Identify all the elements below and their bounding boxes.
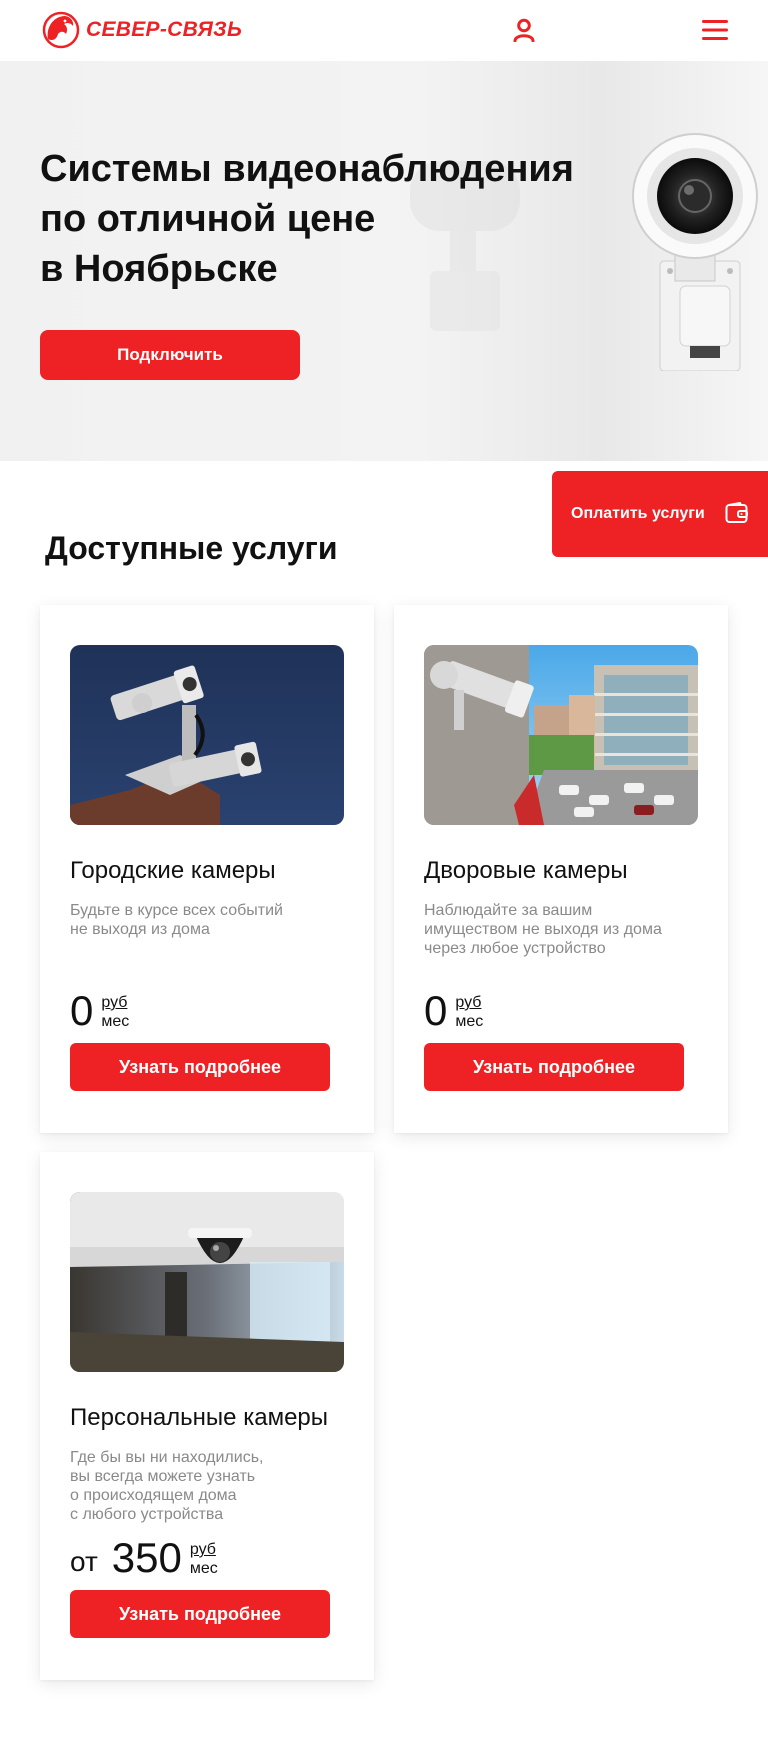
service-card-yard: Дворовые камеры Наблюдайте за вашим имущ… <box>394 605 728 1133</box>
learn-more-button[interactable]: Узнать подробнее <box>424 1043 684 1091</box>
brand-logo[interactable]: СЕВЕР-СВЯЗЬ <box>40 9 242 51</box>
price-currency: руб <box>189 1541 216 1558</box>
card-title: Персональные камеры <box>70 1404 329 1431</box>
card-description-line: Будьте в курсе всех событий <box>70 902 283 919</box>
personal-cameras-image <box>70 1192 344 1372</box>
user-account-button[interactable] <box>508 14 540 46</box>
card-title: Дворовые камеры <box>424 857 628 884</box>
hero-title-line: Системы видеонаблюдения <box>40 148 574 190</box>
brand-name: СЕВЕР-СВЯЗЬ <box>86 18 243 41</box>
card-description-line: с любого устройства <box>70 1506 224 1523</box>
card-description-line: не выходя из дома <box>70 921 210 938</box>
price-unit: руб мес <box>455 993 483 1031</box>
card-description-line: вы всегда можете узнать <box>70 1468 256 1485</box>
card-description-line: Где бы вы ни находились, <box>70 1449 264 1466</box>
hero-security-camera-image <box>632 133 758 371</box>
price-value: 0 <box>70 987 94 1034</box>
hero-title-line: в Ноябрьске <box>40 248 278 290</box>
lion-head-logo-icon <box>42 11 80 49</box>
card-description: Будьте в курсе всех событий не выходя из… <box>70 901 350 939</box>
hero-banner: Системы видеонаблюдения по отличной цене… <box>0 61 768 461</box>
pay-services-button[interactable]: Оплатить услуги <box>552 471 768 557</box>
learn-more-button[interactable]: Узнать подробнее <box>70 1043 330 1091</box>
wallet-icon <box>725 502 748 523</box>
site-header: СЕВЕР-СВЯЗЬ <box>0 0 768 61</box>
card-price: 0 руб мес <box>424 990 483 1032</box>
price-period: мес <box>455 1013 484 1030</box>
card-description-line: через любое устройство <box>424 940 606 957</box>
pay-services-label: Оплатить услуги <box>571 505 705 522</box>
card-description-line: о происходящем дома <box>70 1487 237 1504</box>
learn-more-button[interactable]: Узнать подробнее <box>70 1590 330 1638</box>
card-description: Наблюдайте за вашим имуществом не выходя… <box>424 901 704 958</box>
card-description: Где бы вы ни находились, вы всегда может… <box>70 1448 350 1524</box>
price-value: 350 <box>111 1534 182 1581</box>
card-price: 0 руб мес <box>70 990 129 1032</box>
price-unit: руб мес <box>101 993 129 1031</box>
service-card-city: Городские камеры Будьте в курсе всех соб… <box>40 605 374 1133</box>
hamburger-menu-icon <box>702 20 728 40</box>
services-section-title: Доступные услуги <box>45 530 338 566</box>
price-value: 0 <box>424 987 448 1034</box>
city-cameras-image <box>70 645 344 825</box>
hero-title-line: по отличной цене <box>40 198 376 240</box>
menu-button[interactable] <box>698 14 732 46</box>
yard-cameras-image <box>424 645 698 825</box>
service-card-personal: Персональные камеры Где бы вы ни находил… <box>40 1152 374 1680</box>
card-description-line: имуществом не выходя из дома <box>424 921 662 938</box>
price-unit: руб мес <box>190 1540 218 1578</box>
card-title: Городские камеры <box>70 857 276 884</box>
hero-title: Системы видеонаблюдения по отличной цене… <box>40 144 640 294</box>
card-price: от 350 руб мес <box>70 1537 218 1579</box>
price-currency: руб <box>455 994 482 1011</box>
user-icon <box>513 18 535 42</box>
price-period: мес <box>101 1013 130 1030</box>
card-description-line: Наблюдайте за вашим <box>424 902 593 919</box>
price-prefix: от <box>70 1546 98 1577</box>
connect-button[interactable]: Подключить <box>40 330 300 380</box>
price-currency: руб <box>101 994 128 1011</box>
price-period: мес <box>189 1560 218 1577</box>
